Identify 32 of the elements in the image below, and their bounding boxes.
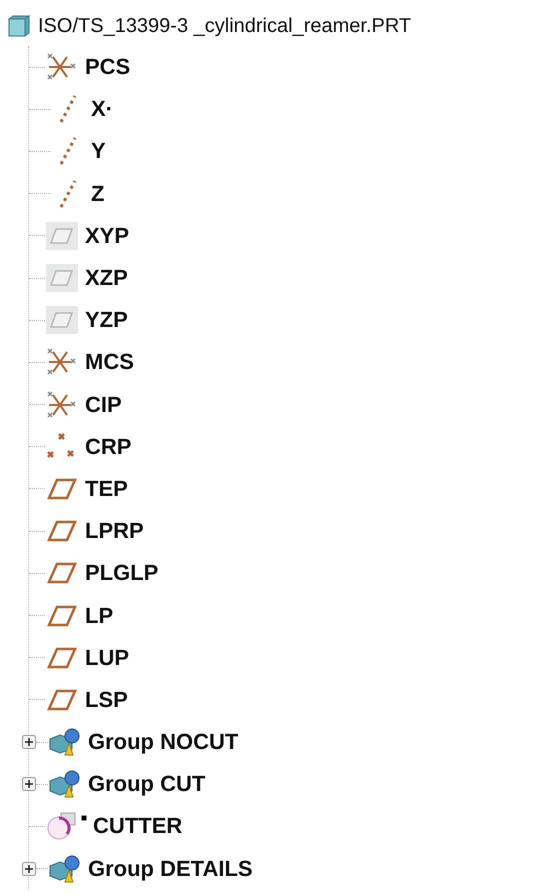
tree-item[interactable]: LUP bbox=[85, 644, 129, 671]
tree-item[interactable]: YZP bbox=[85, 307, 128, 334]
expand-toggle-icon[interactable] bbox=[22, 777, 36, 792]
expand-toggle-icon[interactable] bbox=[22, 862, 36, 876]
tree-item[interactable]: Z bbox=[91, 180, 104, 207]
tree-item[interactable]: CRP bbox=[85, 434, 132, 460]
group-icon bbox=[48, 854, 82, 884]
tree-item[interactable]: LSP bbox=[85, 686, 128, 713]
tree-item[interactable]: Group CUT bbox=[88, 771, 206, 798]
part-title[interactable]: ISO/TS_13399-3 _cylindrical_reamer.PRT bbox=[38, 14, 412, 38]
tree-item[interactable]: CIP bbox=[85, 392, 122, 418]
tree-item[interactable]: Y bbox=[91, 138, 106, 164]
plane-icon bbox=[45, 263, 79, 294]
tree-item[interactable]: PCS bbox=[85, 54, 130, 80]
tree-item[interactable]: TEP bbox=[85, 476, 128, 502]
plane-icon bbox=[45, 305, 79, 336]
tree-item[interactable]: PLGLP bbox=[85, 560, 158, 586]
tree-item[interactable]: CUTTER bbox=[93, 813, 182, 840]
part-icon bbox=[8, 15, 30, 37]
plane-icon bbox=[45, 220, 79, 251]
tree-item[interactable]: XZP bbox=[85, 265, 128, 292]
tree-item[interactable]: Group NOCUT bbox=[88, 729, 238, 756]
tree-item[interactable]: MCS bbox=[85, 349, 134, 376]
tree-item[interactable]: Group DETAILS bbox=[88, 856, 253, 882]
tree-item[interactable]: X· bbox=[91, 96, 113, 122]
tree-item[interactable]: XYP bbox=[85, 222, 130, 249]
tree-item[interactable]: LP bbox=[85, 602, 114, 629]
status-marker: ■ bbox=[81, 813, 88, 824]
group-icon bbox=[48, 727, 82, 758]
tree-item[interactable]: LPRP bbox=[85, 518, 144, 544]
group-icon bbox=[48, 769, 82, 800]
expand-toggle-icon[interactable] bbox=[22, 735, 36, 750]
